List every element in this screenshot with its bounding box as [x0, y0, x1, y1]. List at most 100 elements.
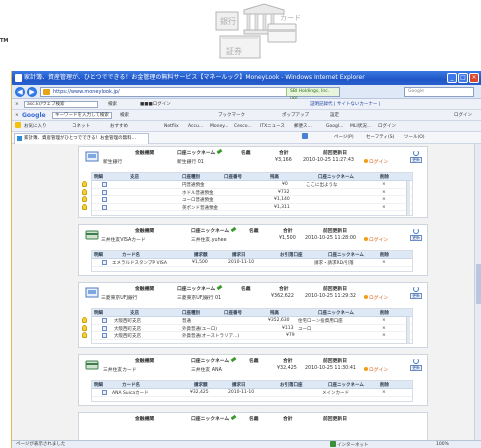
updated-value: 2010-10-25 11:27:43	[303, 158, 354, 163]
ssl-badge[interactable]: SBI Holdings, Inc. [JP]	[286, 88, 339, 102]
toolbar-search-button[interactable]: 検索	[108, 99, 117, 109]
minimize-button[interactable]: _	[447, 73, 457, 83]
edit-icon[interactable]	[102, 204, 107, 210]
pencil-icon[interactable]	[230, 356, 237, 363]
edit-icon[interactable]	[102, 318, 107, 323]
edit-icon[interactable]	[102, 182, 107, 187]
login-button[interactable]: ログイン	[364, 294, 388, 301]
globe-icon	[330, 441, 336, 447]
fav-item-6[interactable]: Cesco...	[234, 121, 252, 131]
table-row: 大阪西町支店 普通 ¥352,630 住宅ローン投資用口座 ×	[82, 317, 412, 325]
login-button[interactable]: ログイン	[364, 158, 388, 165]
fav-item-9[interactable]: Googl...	[326, 121, 343, 131]
edit-icon[interactable]	[102, 260, 107, 265]
refresh-icon	[413, 228, 419, 234]
pencil-icon[interactable]	[230, 414, 237, 421]
bulb-icon	[82, 188, 87, 195]
nickname-value: 新生銀行 01	[177, 160, 204, 165]
maximize-button[interactable]: □	[458, 73, 468, 83]
zoom-level[interactable]: 100%	[436, 441, 449, 448]
refresh-button[interactable]: 更新	[410, 228, 422, 243]
holder-header: 名義	[241, 287, 251, 292]
table-scrollbar[interactable]	[406, 181, 410, 215]
login-button[interactable]: ログイン	[364, 236, 388, 243]
refresh-icon	[413, 286, 419, 292]
toolbar-search-input[interactable]: asc.kr/ウェブ検索	[24, 101, 98, 108]
nickname-header: 口座ニックネーム	[191, 356, 237, 364]
page-menu[interactable]: ページ(P)	[334, 132, 354, 143]
refresh-button[interactable]: 更新	[410, 150, 422, 165]
bulb-icon	[82, 332, 87, 338]
securities-text: 証券	[226, 46, 242, 56]
pencil-icon[interactable]	[216, 148, 223, 155]
toolbar-close-icon[interactable]: ×	[15, 99, 19, 109]
toolbar-login-button[interactable]: ■■■ログイン	[140, 99, 171, 109]
google-logo: Google	[22, 112, 46, 119]
safety-menu[interactable]: セーフティ(S)	[366, 132, 394, 143]
delete-icon[interactable]: ×	[382, 190, 386, 195]
page-scrollbar[interactable]	[474, 144, 481, 440]
delete-icon[interactable]: ×	[382, 318, 386, 323]
tools-menu[interactable]: ツール(O)	[404, 132, 425, 143]
table-scrollbar[interactable]	[406, 317, 410, 343]
settings-button[interactable]: 設定	[330, 110, 339, 120]
edit-icon[interactable]	[102, 325, 107, 331]
institution-header: 金融機関	[135, 417, 155, 422]
url-input[interactable]: https://www.moneylook.jp/ SBI Holdings, …	[40, 87, 340, 102]
fav-item-2[interactable]: おすすめ	[110, 121, 128, 131]
edit-icon[interactable]	[102, 390, 107, 395]
fav-item-0[interactable]: お気に入り	[24, 121, 47, 131]
toolbar-right-links[interactable]: 証明記録代 | サイトないカーナー |	[310, 99, 380, 109]
trademark-label: TM	[0, 38, 9, 44]
refresh-button[interactable]: 更新	[410, 286, 422, 301]
close-button[interactable]: ×	[469, 73, 479, 83]
bookmark-button[interactable]: ブックマーク	[218, 110, 245, 120]
last-update-header: 前回更新日	[323, 287, 347, 292]
fav-item-1[interactable]: コネット	[72, 121, 90, 131]
pencil-icon[interactable]	[230, 226, 237, 233]
fav-item-5[interactable]: Money...	[210, 121, 229, 131]
fav-item-8[interactable]: 郵便ス...	[294, 121, 312, 131]
lock-icon	[43, 89, 50, 95]
search-input[interactable]: Google	[404, 87, 474, 97]
delete-icon[interactable]: ×	[382, 205, 386, 210]
delete-icon[interactable]: ×	[382, 182, 386, 187]
nickname-header: 口座ニックネーム	[177, 148, 223, 156]
fav-item-4[interactable]: Accu...	[188, 121, 203, 131]
delete-icon[interactable]: ×	[382, 197, 386, 202]
delete-icon[interactable]: ×	[382, 260, 386, 265]
edit-icon[interactable]	[102, 189, 107, 195]
google-login-button[interactable]: ログイン	[454, 110, 472, 120]
card-detail-table: 明細 カード名 請求額 請求日 お引落口座 口座ニックネーム 削除 エメラルドス…	[91, 250, 413, 272]
table-row: エメラルドスタンプP VISA ¥1,500 2010-11-10 請求・請求R…	[92, 259, 412, 267]
scrollbar-thumb[interactable]	[476, 264, 481, 304]
fav-item-11[interactable]: ログイン	[378, 121, 396, 131]
refresh-button[interactable]: 更新	[410, 358, 422, 373]
favorites-star-icon[interactable]	[15, 121, 22, 131]
fav-item-7[interactable]: ITXニュース	[260, 121, 285, 131]
fav-item-10[interactable]: MLI状況...	[350, 121, 371, 131]
delete-icon[interactable]: ×	[382, 390, 386, 395]
browser-tab[interactable]: 家計簿、資産管理がひとつでできる！お金管理の無料...	[14, 133, 149, 144]
forward-button[interactable]: ▶	[27, 87, 37, 97]
fav-item-3[interactable]: Netflix	[164, 121, 179, 131]
home-icon[interactable]	[302, 132, 309, 143]
total-value: ¥32,425	[277, 366, 297, 371]
google-search-button[interactable]: 検索	[120, 110, 129, 120]
google-search-input[interactable]: キーワードを入力して検索	[52, 112, 112, 119]
bank-icon	[85, 287, 99, 298]
delete-icon[interactable]: ×	[382, 326, 386, 331]
edit-icon[interactable]	[102, 197, 107, 202]
edit-icon[interactable]	[102, 333, 107, 338]
browser-window: 家計簿、資産管理が、ひとつでできる！お金管理の無料サービス【マネールック】Mon…	[11, 71, 481, 448]
updated-value: 2010-10-25 11:30:41	[305, 366, 356, 371]
back-button[interactable]: ◀	[15, 87, 25, 97]
toolbar-close-icon-2[interactable]: ×	[15, 110, 19, 120]
favorites-bar: お気に入り コネット おすすめ Netflix Accu... Money...…	[12, 121, 481, 132]
institution-header: 金融機関	[135, 359, 155, 364]
last-update-header: 前回更新日	[323, 229, 347, 234]
delete-icon[interactable]: ×	[382, 333, 386, 338]
login-button[interactable]: ログイン	[364, 366, 388, 373]
popup-button[interactable]: ポップアップ	[282, 110, 309, 120]
pencil-icon[interactable]	[216, 284, 223, 291]
